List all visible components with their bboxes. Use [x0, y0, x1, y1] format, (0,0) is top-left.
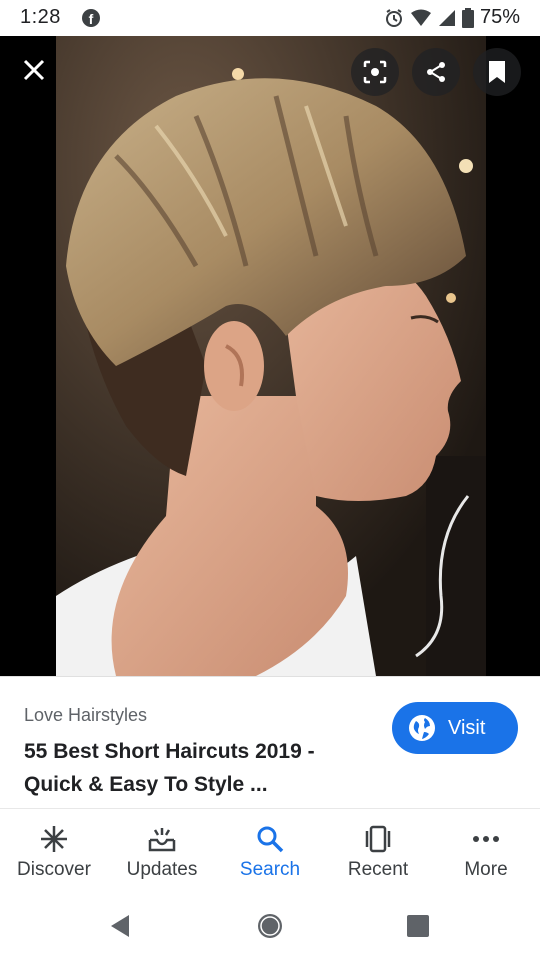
system-nav-bar	[0, 892, 540, 960]
share-button[interactable]	[412, 48, 460, 96]
back-icon	[111, 915, 129, 937]
updates-icon	[147, 823, 177, 855]
close-icon	[23, 59, 45, 81]
visit-label: Visit	[448, 716, 486, 739]
alarm-icon	[384, 8, 404, 28]
close-button[interactable]	[14, 50, 54, 90]
battery-icon	[461, 7, 474, 28]
nav-label-updates: Updates	[126, 859, 198, 880]
globe-icon	[409, 715, 435, 741]
nav-label-recent: Recent	[347, 859, 409, 880]
status-icons: 75%	[384, 6, 520, 29]
discover-icon	[39, 823, 69, 855]
nav-item-discover[interactable]: Discover	[0, 809, 108, 893]
nav-item-recent[interactable]: Recent	[324, 809, 432, 893]
wifi-icon	[410, 9, 432, 27]
nav-label-discover: Discover	[17, 859, 91, 880]
nav-item-search[interactable]: Search	[216, 809, 324, 893]
haircut-photo	[56, 36, 486, 676]
overview-icon	[407, 915, 429, 937]
visit-button[interactable]: Visit	[392, 702, 518, 754]
home-icon	[258, 914, 282, 938]
recent-icon	[363, 823, 393, 855]
back-button[interactable]	[106, 912, 134, 940]
bookmark-button[interactable]	[473, 48, 521, 96]
status-time: 1:28	[20, 6, 61, 28]
nav-label-search: Search	[239, 859, 301, 880]
home-button[interactable]	[256, 912, 284, 940]
result-image[interactable]	[56, 36, 486, 676]
battery-percent: 75%	[479, 6, 520, 28]
bottom-nav: Discover Updates Search Recent More	[0, 808, 540, 894]
bookmark-icon	[489, 61, 505, 83]
status-bar: 1:28 f 75%	[0, 0, 540, 36]
search-icon	[255, 823, 285, 855]
result-info-card[interactable]: Love Hairstyles 55 Best Short Haircuts 2…	[0, 676, 540, 809]
result-source[interactable]: Love Hairstyles	[24, 705, 147, 726]
overview-button[interactable]	[404, 912, 432, 940]
image-viewer[interactable]	[0, 36, 540, 676]
lens-icon	[363, 60, 387, 84]
result-title[interactable]: 55 Best Short Haircuts 2019 - Quick & Ea…	[24, 735, 374, 801]
share-icon	[427, 62, 445, 82]
nav-item-updates[interactable]: Updates	[108, 809, 216, 893]
more-icon	[471, 823, 501, 855]
nav-label-more: More	[464, 859, 508, 880]
facebook-icon: f	[82, 9, 100, 27]
signal-icon	[438, 9, 456, 27]
lens-button[interactable]	[351, 48, 399, 96]
nav-item-more[interactable]: More	[432, 809, 540, 893]
